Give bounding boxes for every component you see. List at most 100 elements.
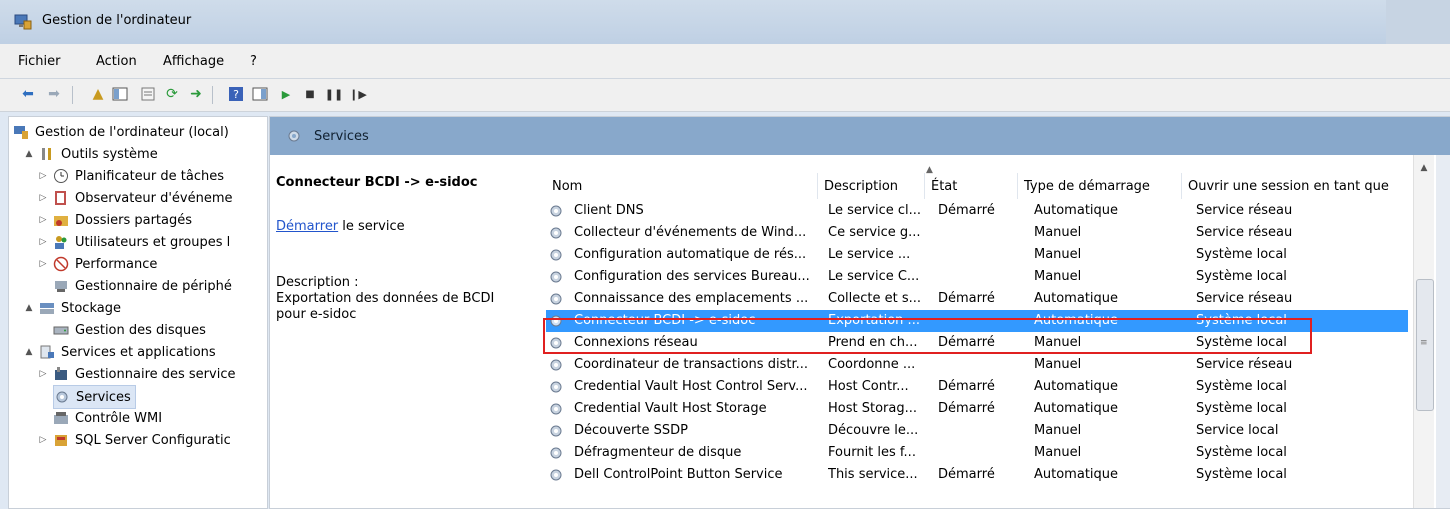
- up-folder-icon[interactable]: ▲: [88, 84, 108, 104]
- menu-fichier[interactable]: Fichier: [18, 54, 61, 69]
- column-header-state[interactable]: État: [925, 173, 1018, 199]
- column-header-name[interactable]: Nom: [546, 173, 818, 199]
- pause-service-icon[interactable]: ❚❚: [324, 84, 344, 104]
- tree-item-services[interactable]: Services: [53, 385, 136, 409]
- computer-icon: [13, 124, 29, 140]
- table-row[interactable]: Découverte SSDP Découvre le... Manuel Servi…: [546, 420, 1408, 442]
- service-startup-type: Manuel: [1034, 357, 1082, 372]
- restart-service-icon[interactable]: ❙▶: [348, 84, 368, 104]
- disk-icon: [53, 322, 69, 338]
- expand-arrow-icon[interactable]: ▷: [37, 237, 49, 247]
- console-tree: Gestion de l'ordinateur (local) ▲ Outils…: [8, 116, 268, 509]
- show-hide-tree-icon[interactable]: [110, 84, 130, 104]
- service-state: Démarré: [938, 291, 995, 306]
- action-pane-icon[interactable]: [250, 84, 270, 104]
- help-icon[interactable]: ?: [226, 84, 246, 104]
- column-label: Description: [824, 178, 899, 194]
- tree-item-system-tools[interactable]: ▲ Outils système: [23, 143, 158, 165]
- service-name: Dell ControlPoint Button Service: [574, 467, 783, 482]
- service-name: Défragmenteur de disque: [574, 445, 742, 460]
- tree-item-computer-management[interactable]: Gestion de l'ordinateur (local): [13, 121, 229, 143]
- shared-folder-icon: [53, 212, 69, 228]
- menu-action[interactable]: Action: [96, 54, 137, 69]
- svg-text:?: ?: [233, 88, 239, 101]
- tree-label: Gestionnaire des service: [75, 366, 236, 382]
- column-label: Nom: [552, 178, 583, 194]
- column-header-description[interactable]: Description: [818, 173, 925, 199]
- table-row[interactable]: Credential Vault Host Control Serv... Hos…: [546, 376, 1408, 398]
- service-name: Coordinateur de transactions distr...: [574, 357, 808, 372]
- tree-item-wmi-control[interactable]: Contrôle WMI: [53, 407, 162, 429]
- start-service-icon[interactable]: ▶: [276, 84, 296, 104]
- table-row[interactable]: Coordinateur de transactions distr... Coo…: [546, 354, 1408, 376]
- expand-arrow-icon[interactable]: ▷: [37, 369, 49, 379]
- service-startup-type: Automatique: [1034, 291, 1119, 306]
- tree-label: Stockage: [61, 300, 121, 316]
- table-row[interactable]: Connaissance des emplacements ... Collect…: [546, 288, 1408, 310]
- collapse-arrow-icon[interactable]: ▲: [23, 303, 35, 313]
- services-icon: [54, 389, 70, 405]
- table-row[interactable]: Configuration des services Bureau... Le s…: [546, 266, 1408, 288]
- table-row[interactable]: Collecteur d'événements de Wind... Ce ser…: [546, 222, 1408, 244]
- service-gear-icon: [550, 381, 562, 393]
- tree-item-services-applications[interactable]: ▲ Services et applications: [23, 341, 216, 363]
- table-row[interactable]: Défragmenteur de disque Fournit les f... M…: [546, 442, 1408, 464]
- tree-item-event-viewer[interactable]: ▷ Observateur d'événeme: [37, 187, 233, 209]
- table-row[interactable]: Configuration automatique de rés... Le se…: [546, 244, 1408, 266]
- menu-affichage[interactable]: Affichage: [163, 54, 224, 69]
- service-startup-type: Automatique: [1034, 401, 1119, 416]
- tree-item-users-groups[interactable]: ▷ Utilisateurs et groupes l: [37, 231, 231, 253]
- tree-label: Contrôle WMI: [75, 410, 163, 426]
- expand-arrow-icon[interactable]: ▷: [37, 435, 49, 445]
- tree-item-storage[interactable]: ▲ Stockage: [23, 297, 121, 319]
- back-arrow-icon[interactable]: ⬅: [18, 84, 38, 104]
- tree-item-disk-management[interactable]: Gestion des disques: [53, 319, 206, 341]
- menu-help[interactable]: ?: [250, 54, 257, 69]
- service-description: Host Contr...: [828, 379, 909, 394]
- tree-item-performance[interactable]: ▷ Performance: [37, 253, 158, 275]
- services-list: ▲ Nom Description État Type de démarrage…: [536, 155, 1450, 508]
- column-header-startup-type[interactable]: Type de démarrage: [1018, 173, 1182, 199]
- table-row[interactable]: Dell ControlPoint Button Service This ser…: [546, 464, 1408, 486]
- window-controls[interactable]: [1386, 0, 1450, 44]
- export-list-icon[interactable]: ➜: [186, 84, 206, 104]
- service-gear-icon: [550, 205, 562, 217]
- column-label: Type de démarrage: [1024, 178, 1150, 194]
- tree-item-service-manager[interactable]: ▷ Gestionnaire des service: [37, 363, 236, 385]
- service-gear-icon: [550, 271, 562, 283]
- refresh-icon[interactable]: ⟳: [162, 84, 182, 104]
- service-logon: Système local: [1196, 445, 1287, 460]
- scroll-thumb[interactable]: ≡: [1416, 279, 1434, 411]
- toolbar: ⬅ ➡ ▲ ⟳ ➜ ? ▶ ■ ❚❚ ❙▶: [0, 79, 1450, 112]
- tree-item-task-scheduler[interactable]: ▷ Planificateur de tâches: [37, 165, 224, 187]
- sql-server-icon: [53, 432, 69, 448]
- tree-label: SQL Server Configuratic: [75, 432, 231, 448]
- forward-arrow-icon[interactable]: ➡: [44, 84, 64, 104]
- service-gear-icon: [550, 359, 562, 371]
- start-link[interactable]: Démarrer: [276, 219, 338, 234]
- service-description: Découvre le...: [828, 423, 919, 438]
- stop-service-icon[interactable]: ■: [300, 84, 320, 104]
- tree-item-shared-folders[interactable]: ▷ Dossiers partagés: [37, 209, 193, 231]
- table-row[interactable]: Credential Vault Host Storage Host Storag…: [546, 398, 1408, 420]
- service-logon: Service réseau: [1196, 357, 1293, 372]
- expand-arrow-icon[interactable]: ▷: [37, 215, 49, 225]
- tree-item-sql-server[interactable]: ▷ SQL Server Configuratic: [37, 429, 231, 451]
- collapse-arrow-icon[interactable]: ▲: [23, 149, 35, 159]
- service-gear-icon: [550, 403, 562, 415]
- tree-item-device-manager[interactable]: Gestionnaire de périphé: [53, 275, 232, 297]
- vertical-scrollbar[interactable]: ▲ ≡: [1413, 155, 1434, 508]
- service-logon: Système local: [1196, 379, 1287, 394]
- expand-arrow-icon[interactable]: ▷: [37, 171, 49, 181]
- expand-arrow-icon[interactable]: ▷: [37, 193, 49, 203]
- service-description: This service...: [828, 467, 918, 482]
- service-description: Le service cl...: [828, 203, 921, 218]
- table-row[interactable]: Client DNS Le service cl... Démarré Automat…: [546, 200, 1408, 222]
- service-name: Configuration des services Bureau...: [574, 269, 810, 284]
- expand-arrow-icon[interactable]: ▷: [37, 259, 49, 269]
- scroll-up-arrow-icon[interactable]: ▲: [1414, 163, 1434, 177]
- collapse-arrow-icon[interactable]: ▲: [23, 347, 35, 357]
- properties-icon[interactable]: [138, 84, 158, 104]
- column-header-logon-as[interactable]: Ouvrir une session en tant que: [1182, 173, 1408, 199]
- tree-label: Utilisateurs et groupes l: [75, 234, 231, 250]
